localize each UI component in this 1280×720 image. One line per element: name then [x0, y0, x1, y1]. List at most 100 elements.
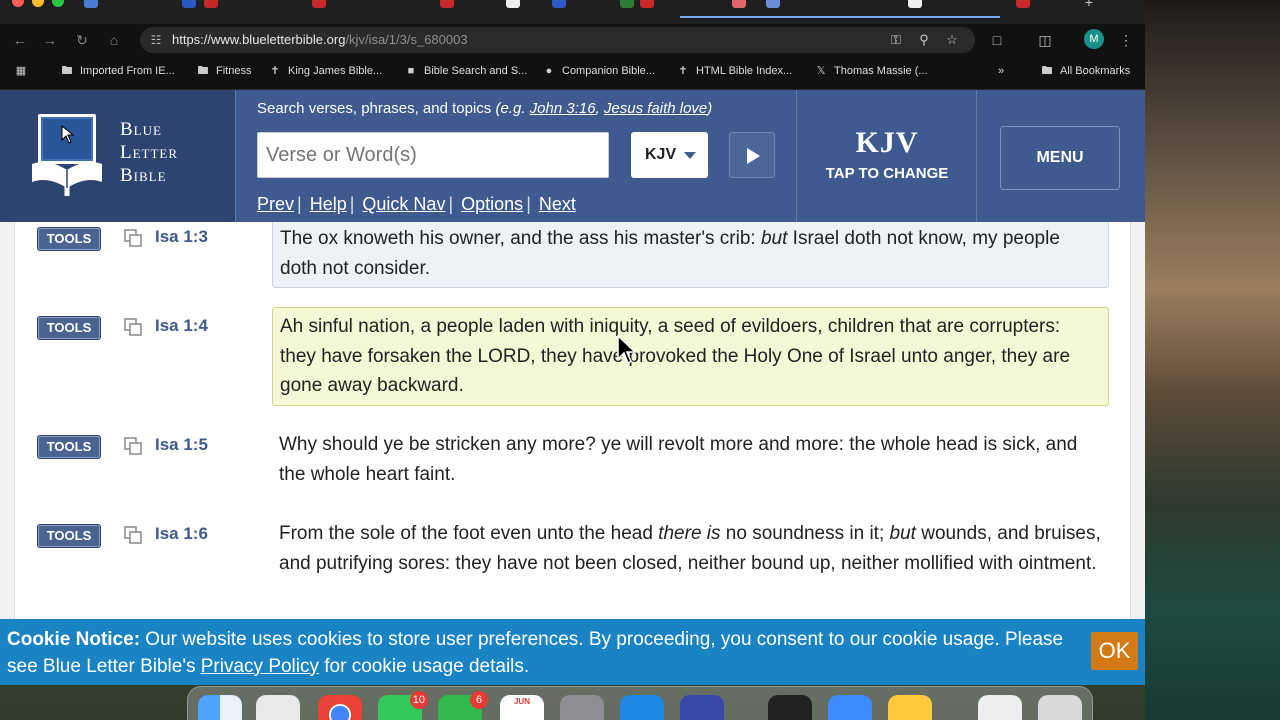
tab-favicon-icon[interactable] [312, 0, 326, 8]
zoom-icon[interactable]: ⚲ [916, 32, 932, 48]
forward-icon[interactable]: → [40, 30, 60, 50]
tab-favicon-icon[interactable] [640, 0, 654, 8]
bookmark-item[interactable]: ■ Bible Search and S... [404, 65, 528, 77]
tools-button[interactable]: TOOLS [37, 435, 101, 459]
play-arrow-icon [747, 148, 760, 164]
logo[interactable]: Blue Letter Bible [0, 90, 235, 222]
verse-reference[interactable]: Isa 1:4 [155, 316, 208, 336]
copy-icon[interactable] [123, 525, 143, 545]
system-settings-icon[interactable] [560, 695, 604, 720]
app-icon[interactable] [888, 695, 932, 720]
facetime-icon[interactable]: 6 [438, 691, 488, 720]
example-link-jesus-faith-love[interactable]: Jesus faith love [604, 100, 707, 117]
safari-icon[interactable] [620, 695, 664, 720]
tools-button[interactable]: TOOLS [37, 524, 101, 548]
prev-link[interactable]: Prev [257, 194, 294, 215]
verse-reference[interactable]: Isa 1:3 [155, 227, 208, 247]
password-key-icon[interactable]: ⚿ [888, 32, 904, 48]
verse-reference[interactable]: Isa 1:5 [155, 435, 208, 455]
tools-button[interactable]: TOOLS [37, 227, 101, 251]
cookie-ok-button[interactable]: OK [1091, 632, 1138, 670]
copy-icon[interactable] [123, 317, 143, 337]
copy-icon[interactable] [123, 228, 143, 248]
macos-dock: 10 6 JUN [187, 686, 1093, 720]
tab-favicon-icon[interactable] [732, 0, 746, 8]
tab-favicon-icon[interactable] [620, 0, 634, 8]
tab-favicon-icon[interactable] [552, 0, 566, 8]
side-panel-icon[interactable]: ◫ [1035, 30, 1055, 50]
tab-favicon-icon[interactable] [766, 0, 780, 8]
extensions-icon[interactable]: □ [987, 30, 1007, 50]
menu-button[interactable]: MENU [1000, 126, 1120, 190]
bookmark-item[interactable]: 🖿 Fitness [196, 65, 252, 77]
verse-text[interactable]: Why should ye be stricken any more? ye w… [272, 426, 1109, 493]
caret-down-icon [684, 152, 696, 159]
tab-favicon-icon[interactable] [84, 0, 98, 8]
url-text[interactable]: https://www.blueletterbible.org/kjv/isa/… [172, 32, 468, 47]
calendar-month: JUN [513, 697, 530, 706]
bookmark-item[interactable]: 🖿 Imported From IE... [60, 65, 175, 77]
example-link-john[interactable]: John 3:16 [530, 100, 596, 117]
new-tab-icon[interactable]: + [1085, 0, 1093, 10]
tab-favicon-icon[interactable] [506, 0, 520, 8]
cross-icon: ✝ [678, 65, 688, 77]
tab-favicon-icon[interactable] [908, 0, 922, 8]
browser-toolbar: ← → ↻ ⌂ ☷ https://www.blueletterbible.or… [0, 24, 1145, 56]
address-bar[interactable]: ☷ https://www.blueletterbible.org/kjv/is… [140, 27, 975, 53]
all-bookmarks-button[interactable]: 🖿 All Bookmarks [1040, 65, 1131, 77]
zoom-window-icon[interactable] [52, 0, 64, 7]
tab-favicon-icon[interactable] [1016, 0, 1030, 8]
reload-icon[interactable]: ↻ [72, 30, 92, 50]
help-link[interactable]: Help [310, 194, 347, 215]
more-bookmarks-icon[interactable]: » [998, 65, 1004, 77]
tools-button[interactable]: TOOLS [37, 316, 101, 340]
tab-strip: + [0, 0, 1145, 24]
current-version: KJV [855, 126, 919, 159]
quick-nav-link[interactable]: Quick Nav [362, 194, 445, 215]
bookmark-item[interactable]: ✝ King James Bible... [268, 65, 382, 77]
close-window-icon[interactable] [12, 0, 24, 7]
tab-favicon-icon[interactable] [440, 0, 454, 8]
options-link[interactable]: Options [461, 194, 523, 215]
search-hint: Search verses, phrases, and topics (e.g.… [257, 100, 713, 117]
messages-icon[interactable]: 10 [378, 691, 428, 720]
document-icon[interactable] [978, 695, 1022, 720]
site-info-icon[interactable]: ☷ [148, 32, 164, 48]
verse-text[interactable]: The ox knoweth his owner, and the ass hi… [272, 219, 1109, 288]
copy-icon[interactable] [123, 436, 143, 456]
tab-favicon-icon[interactable] [204, 0, 218, 8]
verse-italic-word: but [760, 228, 788, 249]
search-go-button[interactable] [729, 132, 775, 178]
terminal-icon[interactable] [768, 695, 812, 720]
tab-favicon-icon[interactable] [182, 0, 196, 8]
bookmark-item[interactable]: 𝕏 Thomas Massie (... [814, 65, 928, 77]
verse-reference[interactable]: Isa 1:6 [155, 524, 208, 544]
next-link[interactable]: Next [539, 194, 576, 215]
trash-icon[interactable] [1038, 695, 1082, 720]
minimize-window-icon[interactable] [32, 0, 44, 7]
bookmark-star-icon[interactable]: ☆ [944, 32, 960, 48]
browser-window: + ← → ↻ ⌂ ☷ https://www.blueletterbible.… [0, 0, 1145, 685]
home-icon[interactable]: ⌂ [104, 30, 124, 50]
version-switcher[interactable]: KJV TAP TO CHANGE [797, 90, 977, 222]
verse-italic-word: but [889, 523, 916, 544]
verse-text-highlighted[interactable]: Ah sinful nation, a people laden with in… [272, 307, 1109, 406]
launchpad-icon[interactable] [256, 695, 300, 720]
bookmark-item[interactable]: ● Companion Bible... [542, 65, 655, 77]
privacy-policy-link[interactable]: Privacy Policy [201, 656, 319, 677]
bookmark-item[interactable]: ✝ HTML Bible Index... [676, 65, 792, 77]
back-icon[interactable]: ← [10, 30, 30, 50]
more-menu-icon[interactable]: ⋮ [1116, 30, 1136, 50]
app-icon[interactable] [680, 695, 724, 720]
chrome-icon[interactable] [318, 695, 362, 720]
version-select[interactable]: KJV [631, 132, 708, 178]
profile-avatar[interactable]: M [1084, 29, 1104, 49]
mail-icon[interactable] [828, 695, 872, 720]
finder-icon[interactable] [198, 695, 242, 720]
web-page: Blue Letter Bible Search verses, phrases… [0, 90, 1145, 685]
search-input[interactable] [257, 132, 609, 178]
calendar-icon[interactable]: JUN [500, 695, 544, 720]
verse-segment: no soundness in it; [720, 523, 890, 544]
apps-grid-icon[interactable]: ▦ [14, 65, 28, 77]
verse-text[interactable]: From the sole of the foot even unto the … [272, 515, 1109, 582]
